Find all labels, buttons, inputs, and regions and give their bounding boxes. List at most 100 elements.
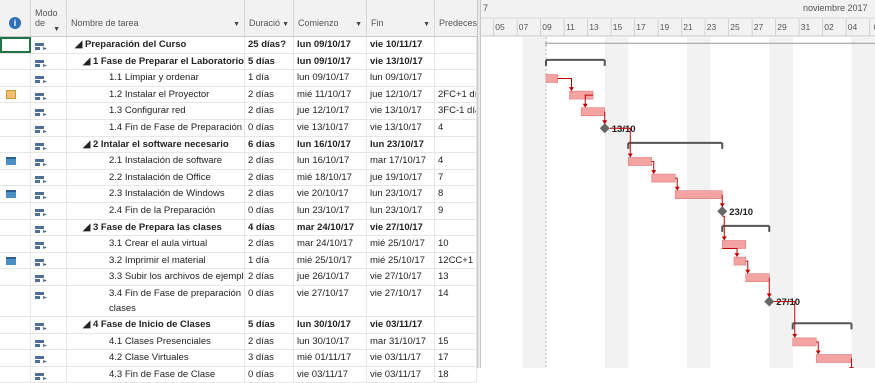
- task-name-cell[interactable]: 4.1 Clases Presenciales: [67, 334, 245, 350]
- table-row[interactable]: 2.4 Fin de la Preparación0 díaslun 23/10…: [0, 203, 477, 220]
- indicator-cell[interactable]: [0, 334, 31, 350]
- filter-arrow-icon[interactable]: ▼: [423, 21, 430, 28]
- duration-cell[interactable]: 2 días: [245, 236, 294, 252]
- indicator-cell[interactable]: [0, 186, 31, 202]
- indicator-cell[interactable]: [0, 153, 31, 169]
- start-cell[interactable]: mié 18/10/17: [294, 170, 367, 186]
- table-row[interactable]: 3.2 Imprimir el material1 díamié 25/10/1…: [0, 253, 477, 270]
- task-name-cell[interactable]: ◢ 3 Fase de Prepara las clases: [67, 220, 245, 236]
- task-mode-cell[interactable]: [31, 334, 67, 350]
- finish-cell[interactable]: mar 31/10/17: [367, 334, 435, 350]
- table-row[interactable]: 3.4 Fin de Fase de preparaciónclases0 dí…: [0, 286, 477, 317]
- predecessors-cell[interactable]: 14: [435, 286, 477, 316]
- start-cell[interactable]: vie 20/10/17: [294, 186, 367, 202]
- note-icon[interactable]: [6, 90, 16, 99]
- predecessors-cell[interactable]: 4: [435, 153, 477, 169]
- task-name-cell[interactable]: 2.1 Instalación de software: [67, 153, 245, 169]
- indicator-cell[interactable]: [0, 317, 31, 333]
- indicator-cell[interactable]: [0, 120, 31, 136]
- task-mode-cell[interactable]: [31, 137, 67, 153]
- task-mode-cell[interactable]: [31, 253, 67, 269]
- duration-cell[interactable]: 0 días: [245, 286, 294, 316]
- task-name-cell[interactable]: ◢ 4 Fase de Inicio de Clases: [67, 317, 245, 333]
- table-row[interactable]: 4.1 Clases Presenciales2 díaslun 30/10/1…: [0, 334, 477, 351]
- task-mode-cell[interactable]: [31, 269, 67, 285]
- duration-cell[interactable]: 2 días: [245, 87, 294, 103]
- predecessors-cell[interactable]: 9: [435, 203, 477, 219]
- duration-cell[interactable]: 0 días: [245, 120, 294, 136]
- task-name-cell[interactable]: ◢ 2 Intalar el software necesario: [67, 137, 245, 153]
- filter-arrow-icon[interactable]: ▼: [53, 26, 60, 33]
- indicator-cell[interactable]: [0, 236, 31, 252]
- predecessors-cell[interactable]: [435, 37, 477, 53]
- finish-cell[interactable]: lun 09/10/17: [367, 70, 435, 86]
- predecessors-cell[interactable]: [435, 137, 477, 153]
- predecessors-column-header[interactable]: Predeceso: [435, 0, 477, 36]
- start-cell[interactable]: lun 30/10/17: [294, 317, 367, 333]
- duration-column-header[interactable]: Duració ▼: [245, 0, 294, 36]
- table-row[interactable]: 4.3 Fin de Fase de Clase0 díasvie 03/11/…: [0, 367, 477, 383]
- start-cell[interactable]: jue 12/10/17: [294, 103, 367, 119]
- task-name-cell[interactable]: 2.4 Fin de la Preparación: [67, 203, 245, 219]
- start-cell[interactable]: lun 23/10/17: [294, 203, 367, 219]
- info-column-header[interactable]: i: [0, 0, 31, 36]
- indicator-cell[interactable]: [0, 137, 31, 153]
- task-name-cell[interactable]: 1.1 Limpiar y ordenar: [67, 70, 245, 86]
- table-row[interactable]: 3.1 Crear el aula virtual2 díasmar 24/10…: [0, 236, 477, 253]
- finish-cell[interactable]: vie 03/11/17: [367, 317, 435, 333]
- indicator-cell[interactable]: [0, 367, 31, 383]
- duration-cell[interactable]: 5 días: [245, 317, 294, 333]
- finish-cell[interactable]: jue 19/10/17: [367, 170, 435, 186]
- task-name-cell[interactable]: 3.3 Subir los archivos de ejempl: [67, 269, 245, 285]
- task-mode-cell[interactable]: [31, 220, 67, 236]
- predecessors-cell[interactable]: 13: [435, 269, 477, 285]
- predecessors-cell[interactable]: [435, 317, 477, 333]
- start-cell[interactable]: lun 30/10/17: [294, 334, 367, 350]
- task-mode-cell[interactable]: [31, 317, 67, 333]
- task-mode-cell[interactable]: [31, 37, 67, 53]
- table-row[interactable]: 3.3 Subir los archivos de ejempl2 díasju…: [0, 269, 477, 286]
- finish-cell[interactable]: vie 27/10/17: [367, 269, 435, 285]
- table-row[interactable]: 1.4 Fin de Fase de Preparación0 días vie …: [0, 120, 477, 137]
- start-column-header[interactable]: Comienzo ▼: [294, 0, 367, 36]
- predecessors-cell[interactable]: [435, 70, 477, 86]
- duration-cell[interactable]: 6 días: [245, 137, 294, 153]
- task-mode-cell[interactable]: [31, 203, 67, 219]
- table-row[interactable]: 2.3 Instalación de Windows2 díasvie 20/1…: [0, 186, 477, 203]
- task-name-cell[interactable]: 1.3 Configurar red: [67, 103, 245, 119]
- task-mode-cell[interactable]: [31, 54, 67, 70]
- table-row[interactable]: ◢ 4 Fase de Inicio de Clases5 díaslun 30…: [0, 317, 477, 334]
- finish-cell[interactable]: vie 27/10/17: [367, 286, 435, 316]
- indicator-cell[interactable]: [0, 70, 31, 86]
- start-cell[interactable]: lun 09/10/17: [294, 37, 367, 53]
- indicator-cell[interactable]: [0, 220, 31, 236]
- task-name-cell[interactable]: ◢ 1 Fase de Preparar el Laboratorio: [67, 54, 245, 70]
- task-name-cell[interactable]: 2.3 Instalación de Windows: [67, 186, 245, 202]
- task-mode-cell[interactable]: [31, 236, 67, 252]
- duration-cell[interactable]: 2 días: [245, 103, 294, 119]
- start-cell[interactable]: vie 27/10/17: [294, 286, 367, 316]
- task-name-cell[interactable]: 1.4 Fin de Fase de Preparación: [67, 120, 245, 136]
- predecessors-cell[interactable]: 7: [435, 170, 477, 186]
- finish-cell[interactable]: vie 03/11/17: [367, 367, 435, 383]
- task-name-cell[interactable]: 2.2 Instalación de Office: [67, 170, 245, 186]
- finish-cell[interactable]: mié 25/10/17: [367, 236, 435, 252]
- task-name-cell[interactable]: 4.3 Fin de Fase de Clase: [67, 367, 245, 383]
- start-cell[interactable]: jue 26/10/17: [294, 269, 367, 285]
- predecessors-cell[interactable]: 18: [435, 367, 477, 383]
- finish-cell[interactable]: lun 23/10/17: [367, 137, 435, 153]
- start-cell[interactable]: mar 24/10/17: [294, 220, 367, 236]
- table-row[interactable]: 4.2 Clase Virtuales3 díasmié 01/11/17vie…: [0, 350, 477, 367]
- indicator-cell[interactable]: [0, 103, 31, 119]
- predecessors-cell[interactable]: 10: [435, 236, 477, 252]
- predecessors-cell[interactable]: 4: [435, 120, 477, 136]
- finish-cell[interactable]: vie 13/10/17: [367, 120, 435, 136]
- table-row[interactable]: 1.2 Instalar el Proyector2 díasmié 11/10…: [0, 87, 477, 104]
- mode-column-header[interactable]: Modo de ▼: [31, 0, 67, 36]
- predecessors-cell[interactable]: 15: [435, 334, 477, 350]
- indicator-cell[interactable]: [0, 170, 31, 186]
- table-row[interactable]: ◢ Preparación del Curso25 días?lun 09/10…: [0, 37, 477, 54]
- finish-cell[interactable]: lun 23/10/17: [367, 186, 435, 202]
- task-name-cell[interactable]: 3.2 Imprimir el material: [67, 253, 245, 269]
- table-row[interactable]: ◢ 3 Fase de Prepara las clases4 díasmar …: [0, 220, 477, 237]
